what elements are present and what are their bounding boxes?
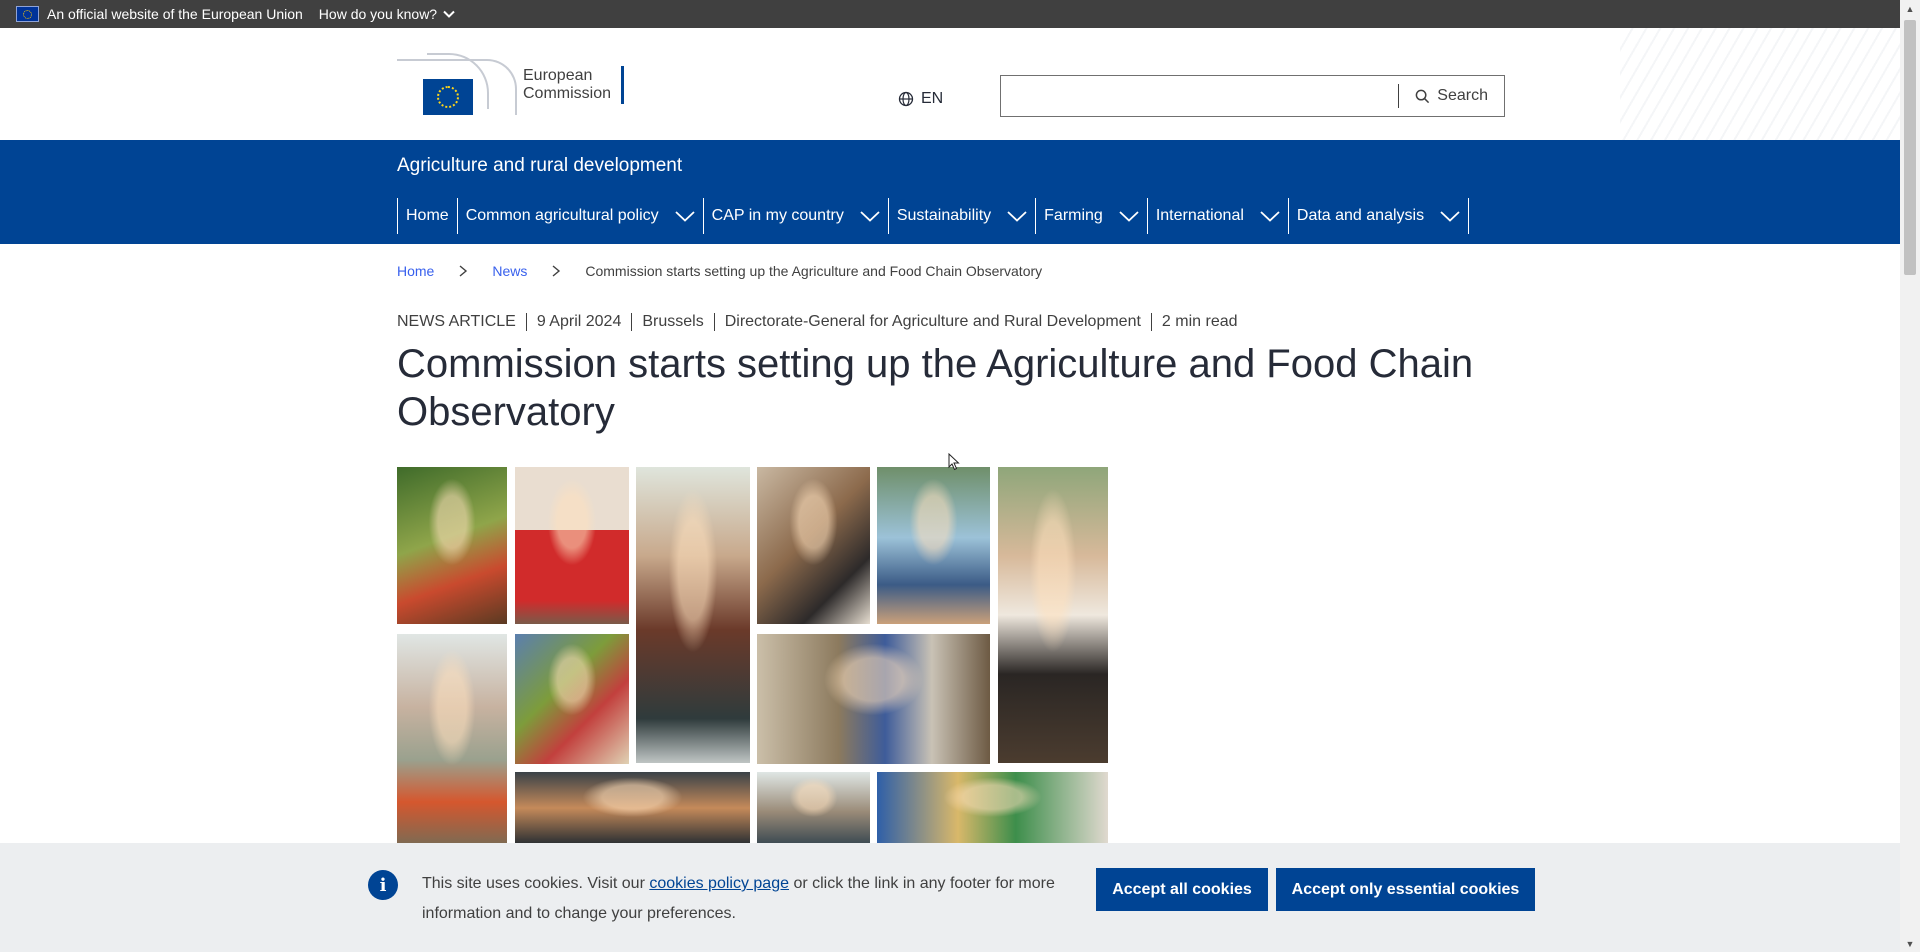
eu-flag-icon bbox=[16, 6, 39, 22]
photo-two-men-with-crate bbox=[397, 634, 507, 844]
article-read-time: 2 min read bbox=[1150, 313, 1248, 331]
photo-woman-in-tractor bbox=[515, 772, 750, 844]
how-do-you-know-label: How do you know? bbox=[318, 6, 438, 22]
nav-item-common-agricultural-policy[interactable]: Common agricultural policy bbox=[456, 198, 703, 234]
photo-market-shelves bbox=[877, 772, 1108, 844]
chevron-down-icon[interactable] bbox=[1007, 210, 1027, 222]
photo-man-with-cheese bbox=[757, 467, 870, 624]
photo-shopping-basket bbox=[515, 467, 629, 624]
eu-stars-icon bbox=[423, 79, 473, 115]
language-selector[interactable]: EN bbox=[898, 90, 943, 108]
nav-item-cap-in-my-country[interactable]: CAP in my country bbox=[702, 198, 888, 234]
cookie-text-before: This site uses cookies. Visit our bbox=[422, 875, 650, 892]
cookie-message: This site uses cookies. Visit our cookie… bbox=[422, 869, 1082, 929]
nav-item-data-and-analysis[interactable]: Data and analysis bbox=[1287, 198, 1470, 234]
photo-farmer-with-cow bbox=[757, 634, 990, 764]
page-title: Commission starts setting up the Agricul… bbox=[397, 342, 1474, 434]
search-button[interactable]: Search bbox=[1399, 76, 1504, 116]
chevron-right-icon bbox=[552, 265, 561, 277]
breadcrumb: Home News Commission starts setting up t… bbox=[397, 263, 1042, 279]
language-code: EN bbox=[921, 90, 944, 107]
info-icon: i bbox=[368, 870, 398, 900]
article-meta: NEWS ARTICLE 9 April 2024 Brussels Direc… bbox=[397, 313, 1248, 331]
nav-label: Home bbox=[406, 207, 449, 224]
article-department: Directorate-General for Agriculture and … bbox=[713, 313, 1151, 331]
nav-label: Common agricultural policy bbox=[465, 207, 659, 224]
globe-icon bbox=[898, 91, 914, 107]
logo-text: European Commission bbox=[523, 66, 625, 104]
chevron-down-icon[interactable] bbox=[1119, 210, 1139, 222]
photo-vegetable-crate bbox=[515, 634, 629, 764]
article-image-mosaic bbox=[397, 467, 1108, 844]
nav-item-international[interactable]: International bbox=[1146, 198, 1288, 234]
chevron-down-icon bbox=[443, 10, 455, 18]
logo-line-1: European bbox=[523, 67, 593, 84]
european-commission-logo[interactable]: European Commission bbox=[397, 50, 625, 120]
site-title[interactable]: Agriculture and rural development bbox=[397, 155, 682, 177]
mouse-cursor-icon bbox=[948, 453, 960, 471]
ec-logo-mark bbox=[397, 53, 517, 117]
nav-label: CAP in my country bbox=[711, 207, 844, 224]
photo-woman-in-apron bbox=[998, 467, 1108, 763]
article-location: Brussels bbox=[631, 313, 713, 331]
nav-item-farming[interactable]: Farming bbox=[1035, 198, 1147, 234]
photo-grandfather-and-boy bbox=[877, 467, 990, 624]
accept-all-cookies-button[interactable]: Accept all cookies bbox=[1096, 868, 1268, 911]
breadcrumb-current: Commission starts setting up the Agricul… bbox=[585, 263, 1043, 279]
cookie-consent-banner: i This site uses cookies. Visit our cook… bbox=[0, 843, 1900, 952]
official-eu-bar: An official website of the European Unio… bbox=[0, 0, 1900, 28]
nav-label: Farming bbox=[1044, 207, 1103, 224]
scrollbar-thumb[interactable] bbox=[1904, 20, 1916, 275]
chevron-down-icon[interactable] bbox=[675, 210, 695, 222]
logo-line-2: Commission bbox=[523, 85, 612, 102]
nav-label: International bbox=[1155, 207, 1244, 224]
scroll-up-arrow-icon[interactable]: ▲ bbox=[1900, 0, 1920, 17]
search-button-label: Search bbox=[1437, 87, 1488, 104]
search-input[interactable] bbox=[1001, 76, 1399, 116]
scroll-down-arrow-icon[interactable]: ▼ bbox=[1900, 935, 1920, 952]
nav-item-sustainability[interactable]: Sustainability bbox=[887, 198, 1035, 234]
search-form: Search bbox=[1000, 75, 1505, 117]
photo-man-in-greenhouse bbox=[757, 772, 870, 844]
article-date: 9 April 2024 bbox=[525, 313, 632, 331]
main-navigation: Home Common agricultural policy CAP in m… bbox=[397, 198, 1470, 234]
official-website-text: An official website of the European Unio… bbox=[47, 6, 303, 22]
search-icon bbox=[1415, 89, 1430, 103]
header-decoration bbox=[1620, 28, 1900, 140]
chevron-down-icon[interactable] bbox=[1440, 210, 1460, 222]
chevron-down-icon[interactable] bbox=[860, 210, 880, 222]
photo-tomato-picker bbox=[397, 467, 507, 624]
site-header: European Commission EN Search bbox=[0, 28, 1900, 140]
page: An official website of the European Unio… bbox=[0, 0, 1900, 952]
photo-couple-with-hen bbox=[636, 467, 750, 763]
chevron-down-icon[interactable] bbox=[1260, 210, 1280, 222]
nav-label: Sustainability bbox=[896, 207, 992, 224]
breadcrumb-news-link[interactable]: News bbox=[492, 263, 527, 279]
cookies-policy-link[interactable]: cookies policy page bbox=[649, 875, 789, 892]
article-type: NEWS ARTICLE bbox=[397, 313, 516, 330]
vertical-scrollbar[interactable]: ▲ ▼ bbox=[1900, 0, 1920, 952]
breadcrumb-home-link[interactable]: Home bbox=[397, 263, 434, 279]
accept-essential-cookies-button[interactable]: Accept only essential cookies bbox=[1276, 868, 1535, 911]
nav-label: Data and analysis bbox=[1296, 207, 1425, 224]
nav-item-home[interactable]: Home bbox=[397, 198, 457, 234]
how-do-you-know-button[interactable]: How do you know? bbox=[319, 6, 456, 22]
chevron-right-icon bbox=[459, 265, 468, 277]
